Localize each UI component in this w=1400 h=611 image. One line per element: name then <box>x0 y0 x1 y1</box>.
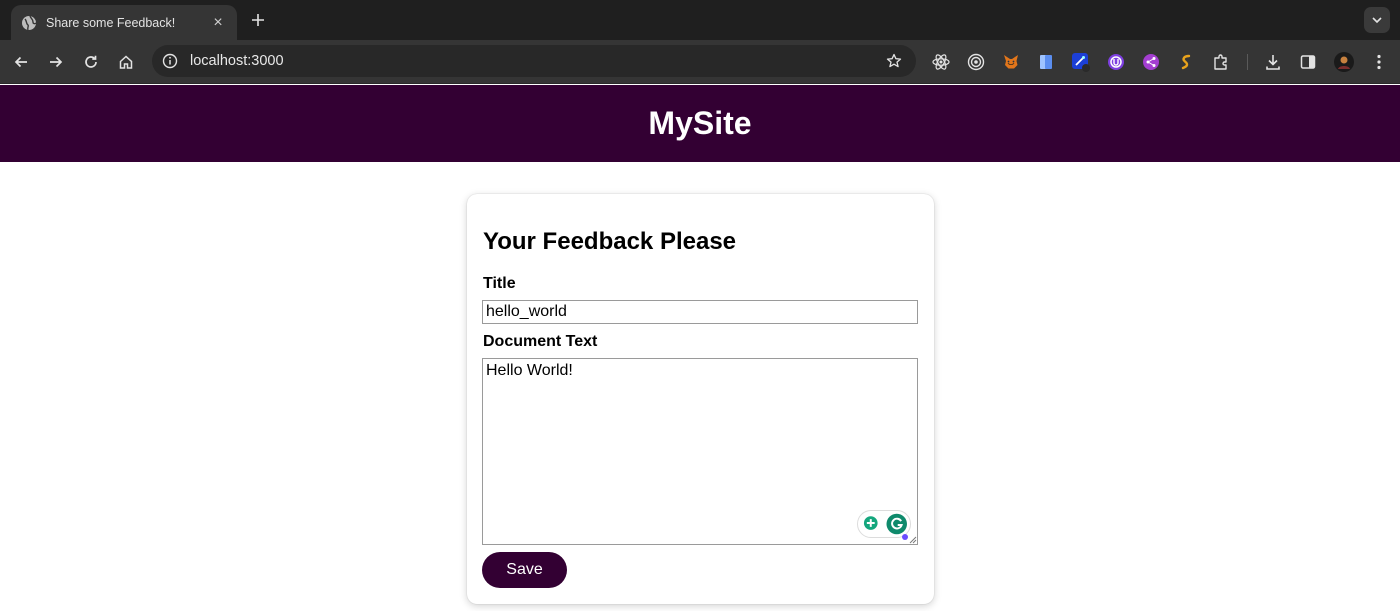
globe-icon <box>21 15 37 31</box>
puzzle-icon[interactable] <box>1210 51 1232 73</box>
resize-handle-icon[interactable] <box>909 536 917 544</box>
bookmark-star-button[interactable] <box>884 51 904 71</box>
chevron-down-icon <box>1372 17 1382 24</box>
home-icon <box>119 55 133 69</box>
lightbulb-icon <box>863 516 878 530</box>
url-text[interactable]: localhost:3000 <box>190 53 884 69</box>
metamask-fox-icon[interactable] <box>1000 51 1022 73</box>
side-panel-button[interactable] <box>1297 51 1319 73</box>
new-tab-button[interactable] <box>246 8 270 32</box>
document-text-area[interactable]: Hello World! <box>482 358 918 545</box>
target-icon[interactable] <box>965 51 987 73</box>
browser-toolbar: localhost:3000 <box>0 40 1400 84</box>
tab-close-button[interactable]: × <box>209 14 227 32</box>
address-bar[interactable]: localhost:3000 <box>152 45 916 77</box>
react-devtools-icon[interactable] <box>930 51 952 73</box>
side-panel-icon <box>1300 55 1316 69</box>
site-header: MySite <box>0 85 1400 162</box>
status-dot <box>902 534 908 540</box>
title-input[interactable] <box>482 300 918 324</box>
avatar[interactable] <box>1333 51 1355 73</box>
book-icon[interactable] <box>1035 51 1057 73</box>
back-arrow-icon <box>14 56 27 68</box>
document-text-label: Document Text <box>483 333 598 350</box>
swirl-icon[interactable] <box>1175 51 1197 73</box>
kebab-menu-icon <box>1377 54 1381 70</box>
home-button[interactable] <box>114 50 138 74</box>
forward-button[interactable] <box>44 50 68 74</box>
form-heading: Your Feedback Please <box>483 228 737 255</box>
download-button[interactable] <box>1262 51 1284 73</box>
grammarly-widget[interactable] <box>857 510 911 540</box>
toolbar-divider <box>1247 54 1248 70</box>
info-icon[interactable] <box>162 53 178 69</box>
feedback-card: Your Feedback Please Title Document Text… <box>467 194 934 604</box>
download-icon <box>1266 55 1280 70</box>
purple-circle-icon[interactable] <box>1105 51 1127 73</box>
forward-arrow-icon <box>50 56 63 68</box>
tab-title: Share some Feedback! <box>46 15 176 30</box>
browser-menu-button[interactable] <box>1368 51 1390 73</box>
share-icon[interactable] <box>1140 51 1162 73</box>
back-button[interactable] <box>9 50 33 74</box>
browser-tab[interactable]: Share some Feedback! × <box>11 5 237 40</box>
save-button[interactable]: Save <box>482 552 567 588</box>
star-icon <box>886 53 902 68</box>
plus-icon <box>252 14 264 26</box>
reload-icon <box>85 55 97 68</box>
reload-button[interactable] <box>79 50 103 74</box>
grammarly-icon <box>886 513 907 535</box>
title-label: Title <box>483 275 516 292</box>
wand-icon[interactable] <box>1070 51 1092 73</box>
browser-tabstrip: Share some Feedback! × <box>0 0 1400 40</box>
tab-search-button[interactable] <box>1364 7 1390 33</box>
avatar-icon <box>1334 52 1354 72</box>
site-title: MySite <box>648 105 752 141</box>
